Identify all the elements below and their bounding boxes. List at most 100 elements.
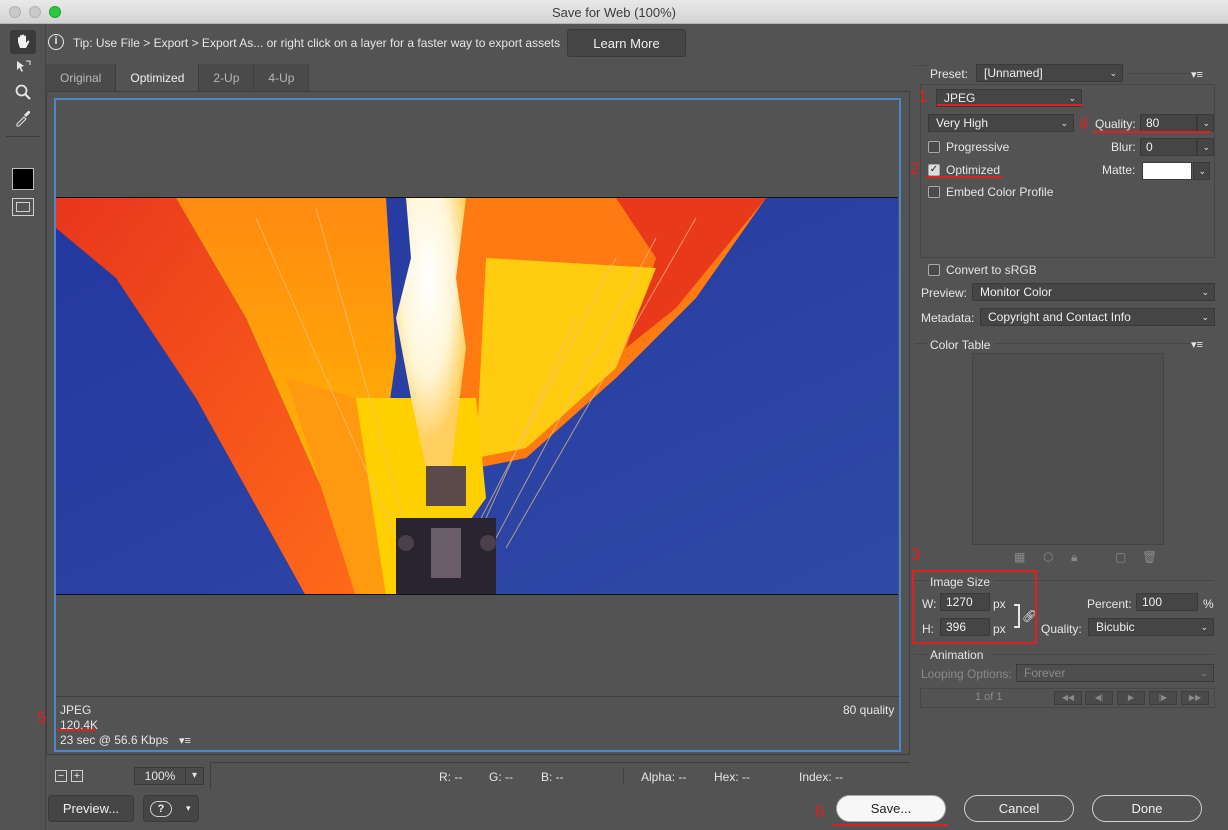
annotation-underline xyxy=(833,824,948,826)
annotation-number: 4 xyxy=(1079,114,1089,133)
next-frame-icon[interactable]: |▶ xyxy=(1149,691,1177,705)
looping-options-value: Forever xyxy=(1024,666,1066,680)
divider xyxy=(994,343,1190,344)
blur-slider-toggle[interactable]: ⌄ xyxy=(1197,138,1214,156)
resample-quality-value: Bicubic xyxy=(1096,620,1135,634)
color-table-label: Color Table xyxy=(930,338,991,352)
help-device-button[interactable]: ? ▾ xyxy=(143,795,199,822)
quality-input[interactable]: 80 xyxy=(1140,114,1197,132)
chevron-down-icon: ⌄ xyxy=(1060,118,1068,128)
divider xyxy=(990,654,1214,655)
looping-options-select[interactable]: Forever ⌄ xyxy=(1016,664,1214,682)
eyedropper-color-swatch[interactable] xyxy=(12,168,34,190)
preview-color-value: Monitor Color xyxy=(980,285,1053,299)
tool-divider xyxy=(6,136,40,137)
download-speed-menu-icon[interactable]: ▾≡ xyxy=(179,734,191,747)
preset-select[interactable]: [Unnamed] ⌄ xyxy=(976,64,1123,82)
percent-label: Percent: xyxy=(1087,597,1132,611)
blur-label: Blur: xyxy=(1111,140,1136,154)
last-frame-icon[interactable]: ▶▶ xyxy=(1181,691,1209,705)
matte-select[interactable]: ⌄ xyxy=(1193,162,1210,180)
matte-color-swatch[interactable] xyxy=(1142,162,1192,180)
preset-label: Preset: xyxy=(930,67,969,81)
pixel-info-box: R: -- G: -- B: -- Alpha: -- Hex: -- Inde… xyxy=(210,762,910,790)
chevron-down-icon: ⌄ xyxy=(1201,287,1209,297)
zoom-level-value: 100% xyxy=(144,769,176,783)
chevron-down-icon: ▾ xyxy=(186,803,191,813)
tab-2-up[interactable]: 2-Up xyxy=(199,64,255,91)
resample-quality-select[interactable]: Bicubic ⌄ xyxy=(1088,618,1214,636)
tab-optimized[interactable]: Optimized xyxy=(116,64,200,91)
toggle-slices-icon[interactable] xyxy=(12,198,34,216)
matte-label: Matte: xyxy=(1102,163,1136,177)
annotation-underline xyxy=(926,176,1002,178)
tip-text: Tip: Use File > Export > Export As... or… xyxy=(73,36,561,50)
optimize-menu-icon[interactable]: ▾≡ xyxy=(1191,68,1203,81)
chevron-down-icon: ⌄ xyxy=(1109,68,1117,78)
trash-icon: 🗑︎ xyxy=(1142,550,1158,564)
view-tabs: Original Optimized 2-Up 4-Up xyxy=(46,64,310,91)
preview-color-select[interactable]: Monitor Color ⌄ xyxy=(972,283,1215,301)
play-icon[interactable]: ▶ xyxy=(1117,691,1145,705)
annotation-number: 6 xyxy=(815,802,825,821)
tab-original[interactable]: Original xyxy=(46,64,117,91)
divider xyxy=(1128,73,1190,74)
tab-4-up[interactable]: 4-Up xyxy=(254,64,310,91)
embed-color-profile-label: Embed Color Profile xyxy=(946,185,1054,199)
lock-color-icon: 🔒︎ xyxy=(1071,550,1078,564)
settings-panel: Preset: [Unnamed] ⌄ ▾≡ JPEG ⌄ Very High … xyxy=(910,56,1228,830)
annotation-box xyxy=(912,570,1037,644)
preview-button[interactable]: Preview... xyxy=(48,795,134,822)
optimized-label: Optimized xyxy=(946,163,1001,177)
status-bar: − + 100% ▾ R: -- G: -- B: -- Alpha: -- H… xyxy=(46,762,910,790)
window-title: Save for Web (100%) xyxy=(551,5,677,20)
embed-color-profile-checkbox[interactable] xyxy=(928,186,940,198)
stat-index: Index: -- xyxy=(799,770,844,784)
looping-options-label: Looping Options: xyxy=(921,667,1012,681)
preview-quality: 80 quality xyxy=(843,703,895,717)
chevron-down-icon: ⌄ xyxy=(1202,142,1210,152)
slice-select-icon[interactable] xyxy=(10,55,36,79)
resample-quality-label: Quality: xyxy=(1041,622,1082,636)
chevron-down-icon: ⌄ xyxy=(1201,312,1209,322)
color-table-menu-icon[interactable]: ▾≡ xyxy=(1191,338,1203,351)
stat-divider xyxy=(623,768,624,784)
first-frame-icon[interactable]: ◀◀ xyxy=(1054,691,1082,705)
annotation-underline xyxy=(58,729,96,731)
divider xyxy=(914,654,928,655)
stat-blue: B: -- xyxy=(541,770,564,784)
zoom-in-icon[interactable]: + xyxy=(71,770,83,782)
compression-quality-value: Very High xyxy=(936,116,989,130)
quality-slider-toggle[interactable]: ⌄ xyxy=(1197,114,1214,132)
previous-frame-icon[interactable]: ◀| xyxy=(1085,691,1113,705)
hand-tool-icon[interactable] xyxy=(10,30,36,54)
learn-more-button[interactable]: Learn More xyxy=(567,29,686,57)
stat-red: R: -- xyxy=(439,770,463,784)
annotation-number: 1 xyxy=(918,87,928,106)
file-format-value: JPEG xyxy=(944,91,976,105)
convert-srgb-checkbox[interactable] xyxy=(928,264,940,276)
metadata-select[interactable]: Copyright and Contact Info ⌄ xyxy=(980,308,1215,326)
metadata-label: Metadata: xyxy=(921,311,975,325)
progressive-label: Progressive xyxy=(946,140,1010,154)
color-table xyxy=(972,353,1164,545)
animation-controls: 1 of 1 ◀◀ ◀| ▶ |▶ ▶▶ xyxy=(920,688,1215,708)
chevron-down-icon: ⌄ xyxy=(1202,118,1210,128)
zoom-level-select[interactable]: 100% ▾ xyxy=(134,767,204,785)
zoom-out-icon[interactable]: − xyxy=(55,770,67,782)
info-icon: i xyxy=(48,34,64,50)
zoom-icon[interactable] xyxy=(10,80,36,104)
preview-download-time: 23 sec @ 56.6 Kbps xyxy=(60,733,169,747)
chevron-down-icon: ▾ xyxy=(185,768,203,784)
annotation-underline xyxy=(1093,131,1211,133)
optimized-checkbox[interactable]: ✓ xyxy=(928,164,940,176)
blur-input[interactable]: 0 xyxy=(1140,138,1197,156)
progressive-checkbox[interactable] xyxy=(928,141,940,153)
chevron-down-icon: ⌄ xyxy=(1200,668,1208,678)
divider xyxy=(914,343,928,344)
web-snap-icon: ⬡ xyxy=(1043,550,1054,564)
eyedropper-icon[interactable] xyxy=(10,106,36,130)
compression-quality-select[interactable]: Very High ⌄ xyxy=(928,114,1074,132)
percent-input[interactable]: 100 xyxy=(1136,593,1198,611)
stat-hex: Hex: -- xyxy=(714,770,750,784)
